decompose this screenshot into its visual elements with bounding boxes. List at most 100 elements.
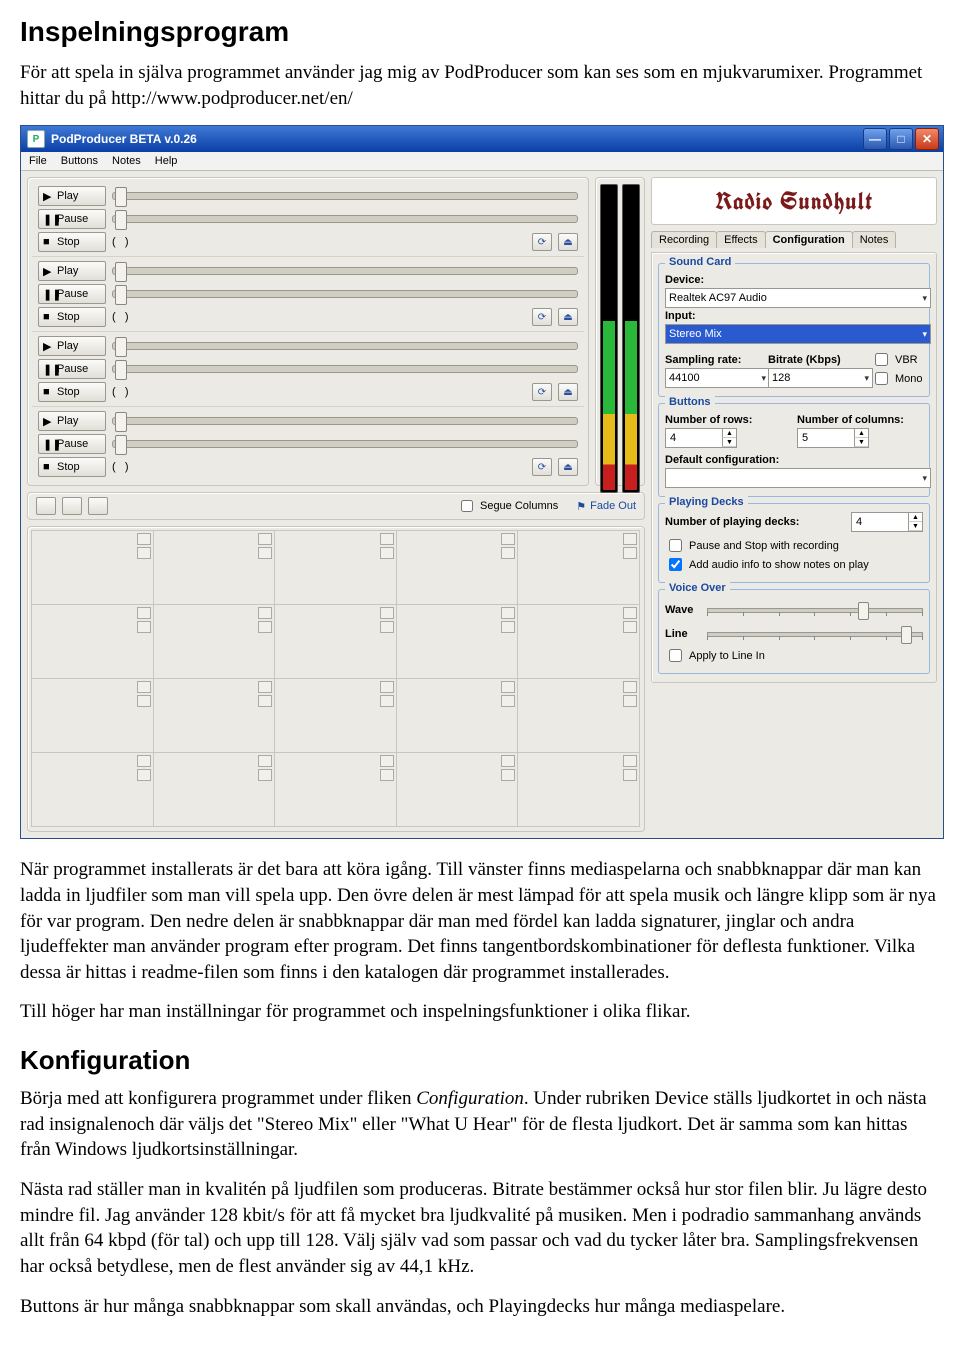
deck4-eject-button[interactable]: ⏏ xyxy=(558,458,578,476)
buttons-group: Buttons Number of rows: 4 ▲▼ Number of c… xyxy=(658,403,930,497)
tab-configuration[interactable]: Configuration xyxy=(765,231,853,248)
playing-decks-title: Playing Decks xyxy=(665,496,748,508)
deck-3: ▶Play ❚❚Pause ■Stop ( ) ⟳ ⏏ xyxy=(32,331,584,406)
sound-button[interactable] xyxy=(31,530,154,605)
deck4-volume-slider[interactable] xyxy=(112,417,578,425)
device-label: Device: xyxy=(665,274,923,286)
minimize-button[interactable]: — xyxy=(863,128,887,150)
apply-line-in-checkbox[interactable]: Apply to Line In xyxy=(665,646,923,665)
input-select[interactable]: Stereo Mix▾ xyxy=(665,324,931,344)
default-config-select[interactable]: ▾ xyxy=(665,468,931,488)
menu-notes[interactable]: Notes xyxy=(112,155,141,167)
bitrate-select[interactable]: 128▾ xyxy=(768,368,873,388)
deck3-rewind-button[interactable]: ⟳ xyxy=(532,383,552,401)
deck4-time: ( ) xyxy=(112,461,129,473)
sound-button[interactable] xyxy=(517,678,640,753)
deck4-pause-button[interactable]: ❚❚Pause xyxy=(38,434,106,454)
fade-out-checkbox[interactable]: ⚑ Fade Out xyxy=(576,500,636,513)
open-icon[interactable] xyxy=(36,497,56,515)
num-decks-spinner[interactable]: 4 ▲▼ xyxy=(851,512,923,532)
sound-button[interactable] xyxy=(274,752,397,827)
deck4-progress-slider[interactable] xyxy=(112,440,578,448)
sound-button[interactable] xyxy=(517,530,640,605)
deck1-progress-slider[interactable] xyxy=(112,215,578,223)
deck1-pause-button[interactable]: ❚❚Pause xyxy=(38,209,106,229)
mono-checkbox[interactable]: Mono xyxy=(871,369,923,388)
deck3-progress-slider[interactable] xyxy=(112,365,578,373)
deck2-eject-button[interactable]: ⏏ xyxy=(558,308,578,326)
save-icon[interactable] xyxy=(62,497,82,515)
deck1-time: ( ) xyxy=(112,236,129,248)
default-config-label: Default configuration: xyxy=(665,454,923,466)
deck1-play-button[interactable]: ▶Play xyxy=(38,186,106,206)
deck4-stop-button[interactable]: ■Stop xyxy=(38,457,106,477)
cols-label: Number of columns: xyxy=(797,414,923,426)
menu-buttons[interactable]: Buttons xyxy=(61,155,98,167)
rows-label: Number of rows: xyxy=(665,414,791,426)
deck3-time: ( ) xyxy=(112,386,129,398)
deck2-rewind-button[interactable]: ⟳ xyxy=(532,308,552,326)
sound-button[interactable] xyxy=(274,678,397,753)
paragraph-config-1: Börja med att konfigurera programmet und… xyxy=(20,1086,940,1163)
sound-button[interactable] xyxy=(396,604,519,679)
voice-over-group: Voice Over Wave Line xyxy=(658,589,930,674)
menu-file[interactable]: File xyxy=(29,155,47,167)
sound-button[interactable] xyxy=(517,752,640,827)
close-button[interactable]: ✕ xyxy=(915,128,939,150)
deck3-stop-button[interactable]: ■Stop xyxy=(38,382,106,402)
wave-slider[interactable] xyxy=(707,600,923,618)
sound-button[interactable] xyxy=(396,678,519,753)
sampling-label: Sampling rate: xyxy=(665,354,762,366)
device-select[interactable]: Realtek AC97 Audio▾ xyxy=(665,288,931,308)
paragraph-config-3: Buttons är hur många snabbknappar som sk… xyxy=(20,1294,940,1320)
deck-2: ▶Play ❚❚Pause ■Stop ( ) ⟳ ⏏ xyxy=(32,256,584,331)
deck1-stop-button[interactable]: ■Stop xyxy=(38,232,106,252)
settings-icon[interactable] xyxy=(88,497,108,515)
sound-button[interactable] xyxy=(31,752,154,827)
deck1-eject-button[interactable]: ⏏ xyxy=(558,233,578,251)
deck4-rewind-button[interactable]: ⟳ xyxy=(532,458,552,476)
deck1-rewind-button[interactable]: ⟳ xyxy=(532,233,552,251)
sound-button[interactable] xyxy=(396,530,519,605)
segue-columns-checkbox[interactable]: Segue Columns xyxy=(457,497,558,515)
tab-effects[interactable]: Effects xyxy=(716,231,765,248)
vu-meter-panel xyxy=(595,177,645,486)
deck2-play-button[interactable]: ▶Play xyxy=(38,261,106,281)
wave-label: Wave xyxy=(665,604,701,616)
add-audio-info-checkbox[interactable]: Add audio info to show notes on play xyxy=(665,555,923,574)
deck1-volume-slider[interactable] xyxy=(112,192,578,200)
sound-button[interactable] xyxy=(153,530,276,605)
deck4-play-button[interactable]: ▶Play xyxy=(38,411,106,431)
deck2-stop-button[interactable]: ■Stop xyxy=(38,307,106,327)
deck3-pause-button[interactable]: ❚❚Pause xyxy=(38,359,106,379)
tab-recording[interactable]: Recording xyxy=(651,231,717,248)
sound-button[interactable] xyxy=(153,604,276,679)
paragraph-install: När programmet installerats är det bara … xyxy=(20,857,940,985)
sound-button[interactable] xyxy=(31,604,154,679)
deck2-pause-button[interactable]: ❚❚Pause xyxy=(38,284,106,304)
config-tabs: Recording Effects Configuration Notes xyxy=(651,231,937,248)
sound-button[interactable] xyxy=(517,604,640,679)
vbr-checkbox[interactable]: VBR xyxy=(871,350,923,369)
line-slider[interactable] xyxy=(707,624,923,642)
deck3-play-button[interactable]: ▶Play xyxy=(38,336,106,356)
deck3-eject-button[interactable]: ⏏ xyxy=(558,383,578,401)
sound-button[interactable] xyxy=(31,678,154,753)
deck3-volume-slider[interactable] xyxy=(112,342,578,350)
sound-button[interactable] xyxy=(274,530,397,605)
rows-spinner[interactable]: 4 ▲▼ xyxy=(665,428,737,448)
sound-button[interactable] xyxy=(153,752,276,827)
maximize-button[interactable]: □ xyxy=(889,128,913,150)
app-icon: P xyxy=(27,130,45,148)
deck2-progress-slider[interactable] xyxy=(112,290,578,298)
deck2-volume-slider[interactable] xyxy=(112,267,578,275)
sound-button[interactable] xyxy=(153,678,276,753)
line-label: Line xyxy=(665,628,701,640)
pause-stop-checkbox[interactable]: Pause and Stop with recording xyxy=(665,536,923,555)
cols-spinner[interactable]: 5 ▲▼ xyxy=(797,428,869,448)
tab-notes[interactable]: Notes xyxy=(852,231,897,248)
sound-button[interactable] xyxy=(396,752,519,827)
sampling-select[interactable]: 44100▾ xyxy=(665,368,770,388)
menu-help[interactable]: Help xyxy=(155,155,178,167)
sound-button[interactable] xyxy=(274,604,397,679)
